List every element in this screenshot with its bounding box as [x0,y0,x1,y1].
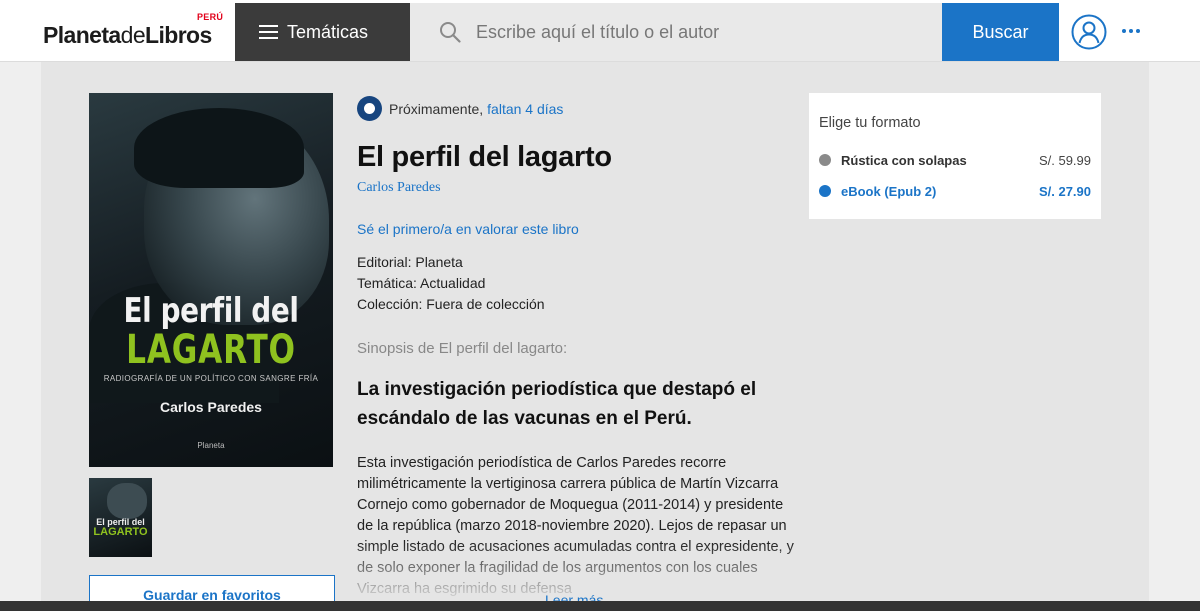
meta-tematica: Temática: Actualidad [357,275,486,291]
search-bar [410,3,942,61]
format-option-ebook[interactable]: eBook (Epub 2) S/. 27.90 [819,181,1091,201]
format-option-rustica[interactable]: Rústica con solapas S/. 59.99 [819,150,1091,170]
tematicas-label: Temáticas [287,21,369,42]
availability-status: Próximamente, faltan 4 días [357,96,563,121]
rate-book-link[interactable]: Sé el primero/a en valorar este libro [357,221,579,237]
user-icon[interactable] [1071,14,1107,50]
meta-coleccion: Colección: Fuera de colección [357,296,545,312]
bottom-bar [0,601,1200,611]
radio-dot-icon [819,185,831,197]
format-name: eBook (Epub 2) [841,183,937,199]
availability-prefix: Próximamente, [389,100,484,117]
menu-icon [259,25,278,39]
format-price: S/. 27.90 [1038,183,1091,199]
search-button[interactable]: Buscar [942,3,1059,61]
cover-art-hair [134,108,304,188]
product-panel: El perfil del LAGARTO RADIOGRAFÍA DE UN … [41,62,1149,611]
tematicas-menu-button[interactable]: Temáticas [235,3,410,61]
book-author-link[interactable]: Carlos Paredes [357,180,441,196]
cover-subtitle: RADIOGRAFÍA DE UN POLÍTICO CON SANGRE FR… [103,374,319,383]
book-title: El perfil del lagarto [357,141,612,173]
cover-author: Carlos Paredes [160,399,262,415]
format-selector: Elige tu formato Rústica con solapas S/.… [809,93,1101,219]
site-header: PlanetadeLibros PERÚ Temáticas Buscar [0,0,1200,62]
search-input[interactable] [476,3,936,61]
badge-icon [357,96,382,121]
cover-publisher: Planeta [197,441,225,450]
logo-part-planeta: Planeta [43,22,121,48]
book-cover-image[interactable]: El perfil del LAGARTO RADIOGRAFÍA DE UN … [89,93,333,467]
thumb-art-face [107,483,147,519]
logo-country: PERÚ [197,12,224,22]
cover-title-line1: El perfil del [123,291,299,331]
format-price: S/. 59.99 [1038,152,1091,168]
radio-dot-icon [819,154,831,166]
thumb-title-line2: LAGARTO [93,526,148,538]
logo-part-libros: Libros [145,22,212,48]
synopsis-label: Sinopsis de El perfil del lagarto: [357,340,568,357]
logo-part-de: de [120,22,146,48]
book-metadata: Editorial: Planeta Temática: Actualidad … [357,252,545,315]
availability-days: faltan 4 días [487,100,564,117]
search-icon[interactable] [439,21,461,43]
logo-wordmark: PlanetadeLibros [43,22,212,49]
meta-editorial: Editorial: Planeta [357,254,463,270]
cover-title-line2: LAGARTO [126,327,296,373]
more-icon[interactable] [1122,29,1140,33]
format-name: Rústica con solapas [841,152,967,168]
format-selector-title: Elige tu formato [819,115,921,131]
synopsis-headline: La investigación periodística que destap… [357,379,757,429]
cover-thumbnail[interactable]: El perfil del LAGARTO [89,478,152,557]
